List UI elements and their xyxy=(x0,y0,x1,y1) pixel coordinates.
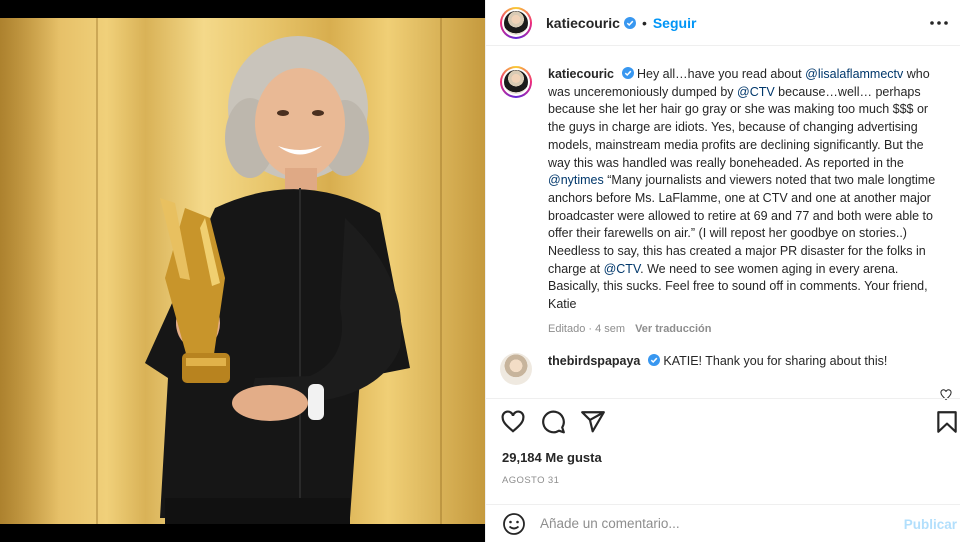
author-username[interactable]: katiecouric xyxy=(546,15,620,31)
post-media[interactable] xyxy=(0,0,485,542)
caption-segment: “Many journalists and viewers noted that… xyxy=(548,173,936,276)
mention-link[interactable]: @CTV xyxy=(737,85,775,99)
more-options-icon[interactable] xyxy=(927,12,951,34)
woman-with-trophy-illustration xyxy=(145,36,410,524)
time-ago: 4 sem xyxy=(595,322,626,335)
verified-badge-icon xyxy=(623,16,636,29)
bookmark-icon[interactable] xyxy=(934,409,960,435)
post-photo[interactable] xyxy=(0,18,485,524)
caption-meta: Editado · 4 sem Ver traducción xyxy=(548,322,712,335)
caption-username[interactable]: katiecouric xyxy=(548,67,614,81)
separator-dot: • xyxy=(641,14,647,31)
follow-button[interactable]: Seguir xyxy=(653,15,697,31)
heart-icon[interactable] xyxy=(500,409,526,435)
likes-count[interactable]: 29,184 Me gusta xyxy=(502,450,602,465)
post-caption: katiecouric Hey all…have you read about … xyxy=(486,52,960,339)
commenter-username[interactable]: thebirdspapaya xyxy=(548,354,640,368)
author-avatar[interactable] xyxy=(500,6,532,39)
caption-author-avatar[interactable] xyxy=(500,66,532,98)
see-translation-button[interactable]: Ver traducción xyxy=(635,323,711,335)
post-date[interactable]: AGOSTO 31 xyxy=(502,475,559,486)
caption-text: katiecouric Hey all…have you read about … xyxy=(548,66,938,339)
mention-link[interactable]: @CTV xyxy=(604,262,641,276)
post-details-panel: katiecouric • Seguir katiecouric Hey all… xyxy=(485,0,960,542)
mention-link[interactable]: @nytimes xyxy=(548,173,604,187)
comment-input[interactable] xyxy=(540,516,880,531)
add-comment-bar: Publicar xyxy=(486,504,960,542)
post-actions-bar xyxy=(486,398,960,446)
comment-item: thebirdspapaya KATIE! Thank you for shar… xyxy=(486,339,960,385)
smiley-icon[interactable] xyxy=(502,512,526,536)
verified-badge-icon xyxy=(621,67,634,79)
comment-text: thebirdspapaya KATIE! Thank you for shar… xyxy=(548,353,887,385)
comment-icon[interactable] xyxy=(540,409,566,435)
edited-label: Editado xyxy=(548,322,586,335)
verified-badge-icon xyxy=(647,353,660,366)
caption-segment: Hey all…have you read about xyxy=(633,67,806,81)
post-header: katiecouric • Seguir xyxy=(486,0,960,46)
mention-link[interactable]: @lisalaflammectv xyxy=(805,67,903,81)
comment-body: KATIE! Thank you for sharing about this! xyxy=(663,353,888,368)
commenter-avatar[interactable] xyxy=(500,352,532,385)
publish-button[interactable]: Publicar xyxy=(904,517,957,532)
comments-list[interactable]: katiecouric Hey all…have you read about … xyxy=(486,52,960,392)
share-icon[interactable] xyxy=(580,409,606,435)
